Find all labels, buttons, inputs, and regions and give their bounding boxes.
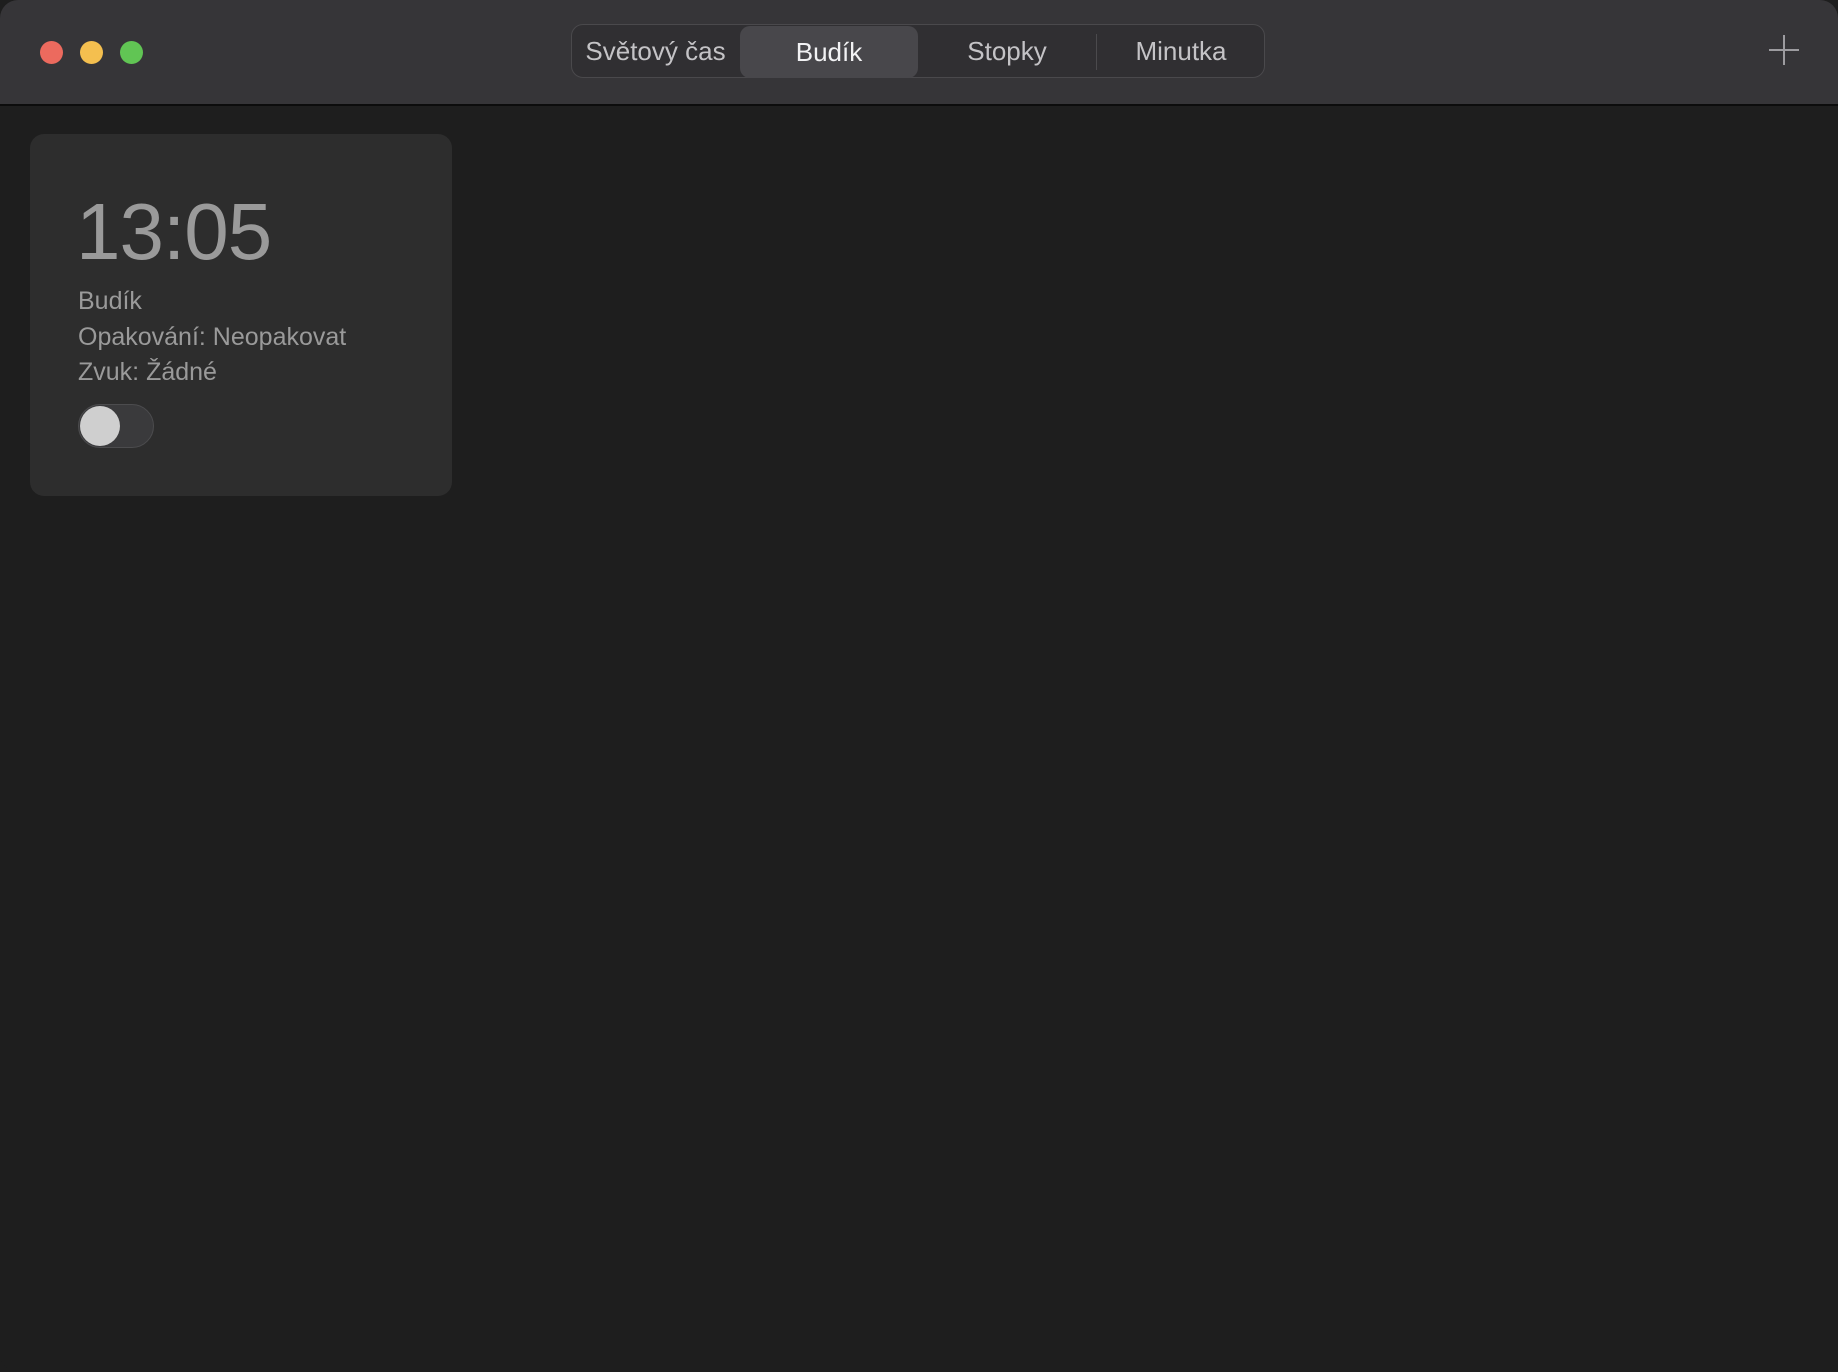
alarm-label: Budík	[78, 287, 142, 315]
title-bar: Světový čas Budík Stopky Minutka	[0, 0, 1838, 106]
tab-timer[interactable]: Minutka	[1098, 25, 1264, 77]
alarm-repeat: Opakování: Neopakovat	[78, 323, 347, 351]
alarm-enable-toggle[interactable]	[78, 404, 154, 448]
close-window-button[interactable]	[40, 41, 63, 64]
tab-stopwatch[interactable]: Stopky	[918, 25, 1096, 77]
alarm-card[interactable]: 13:05 Budík Opakování: Neopakovat Zvuk: …	[30, 134, 452, 496]
tab-world-clock[interactable]: Světový čas	[572, 25, 739, 77]
toggle-knob	[80, 406, 120, 446]
clock-window: Světový čas Budík Stopky Minutka 13:05 B…	[0, 0, 1838, 1372]
add-alarm-button[interactable]	[1766, 30, 1802, 70]
tab-divider	[1096, 34, 1097, 70]
tab-alarm[interactable]: Budík	[740, 26, 918, 78]
minimize-window-button[interactable]	[80, 41, 103, 64]
tab-bar: Světový čas Budík Stopky Minutka	[571, 24, 1265, 78]
zoom-window-button[interactable]	[120, 41, 143, 64]
alarm-sound: Zvuk: Žádné	[78, 358, 217, 386]
alarm-time: 13:05	[76, 187, 272, 276]
